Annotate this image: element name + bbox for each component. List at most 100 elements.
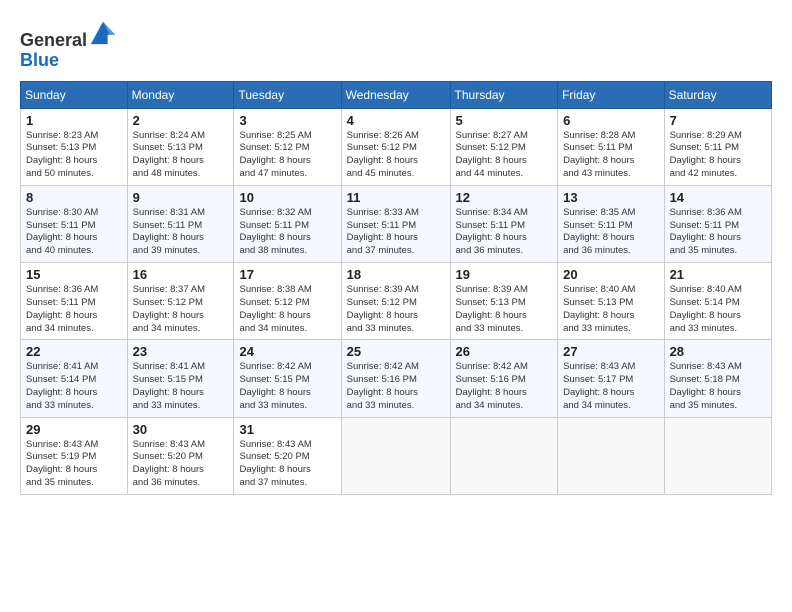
calendar-cell: 16 Sunrise: 8:37 AM Sunset: 5:12 PM Dayli…	[127, 263, 234, 340]
day-number: 29	[26, 422, 122, 437]
logo: General Blue	[20, 18, 117, 71]
day-number: 9	[133, 190, 229, 205]
day-number: 13	[563, 190, 658, 205]
day-number: 31	[239, 422, 335, 437]
day-number: 8	[26, 190, 122, 205]
day-number: 25	[347, 344, 445, 359]
day-info: Sunrise: 8:39 AM Sunset: 5:12 PM Dayligh…	[347, 284, 445, 335]
day-info: Sunrise: 8:42 AM Sunset: 5:16 PM Dayligh…	[456, 361, 553, 412]
day-info: Sunrise: 8:35 AM Sunset: 5:11 PM Dayligh…	[563, 207, 658, 258]
day-number: 26	[456, 344, 553, 359]
day-number: 20	[563, 267, 658, 282]
day-number: 2	[133, 113, 229, 128]
day-number: 16	[133, 267, 229, 282]
day-number: 11	[347, 190, 445, 205]
day-info: Sunrise: 8:31 AM Sunset: 5:11 PM Dayligh…	[133, 207, 229, 258]
calendar-header-row: SundayMondayTuesdayWednesdayThursdayFrid…	[21, 81, 772, 108]
calendar-cell: 14Sunrise: 8:36 AM Sunset: 5:11 PM Dayli…	[664, 185, 771, 262]
day-info: Sunrise: 8:43 AM Sunset: 5:17 PM Dayligh…	[563, 361, 658, 412]
day-number: 4	[347, 113, 445, 128]
day-info: Sunrise: 8:33 AM Sunset: 5:11 PM Dayligh…	[347, 207, 445, 258]
day-number: 28	[670, 344, 766, 359]
day-number: 21	[670, 267, 766, 282]
calendar-cell: 23 Sunrise: 8:41 AM Sunset: 5:15 PM Dayli…	[127, 340, 234, 417]
calendar-day-header: Monday	[127, 81, 234, 108]
day-number: 24	[239, 344, 335, 359]
day-number: 19	[456, 267, 553, 282]
day-info: Sunrise: 8:27 AM Sunset: 5:12 PM Dayligh…	[456, 130, 553, 181]
day-info: Sunrise: 8:43 AM Sunset: 5:19 PM Dayligh…	[26, 439, 122, 490]
logo-text: General Blue	[20, 18, 117, 71]
calendar-day-header: Friday	[558, 81, 664, 108]
day-number: 30	[133, 422, 229, 437]
calendar-day-header: Thursday	[450, 81, 558, 108]
day-number: 22	[26, 344, 122, 359]
logo-general: General	[20, 30, 87, 50]
calendar-cell: 27 Sunrise: 8:43 AM Sunset: 5:17 PM Dayli…	[558, 340, 664, 417]
logo-icon	[89, 18, 117, 46]
day-info: Sunrise: 8:41 AM Sunset: 5:15 PM Dayligh…	[133, 361, 229, 412]
calendar-cell: 10Sunrise: 8:32 AM Sunset: 5:11 PM Dayli…	[234, 185, 341, 262]
day-info: Sunrise: 8:43 AM Sunset: 5:20 PM Dayligh…	[133, 439, 229, 490]
logo-blue: Blue	[20, 50, 59, 70]
calendar-cell: 9 Sunrise: 8:31 AM Sunset: 5:11 PM Daylig…	[127, 185, 234, 262]
calendar-day-header: Tuesday	[234, 81, 341, 108]
day-info: Sunrise: 8:23 AM Sunset: 5:13 PM Dayligh…	[26, 130, 122, 181]
day-info: Sunrise: 8:28 AM Sunset: 5:11 PM Dayligh…	[563, 130, 658, 181]
calendar-cell: 4 Sunrise: 8:26 AM Sunset: 5:12 PM Daylig…	[341, 108, 450, 185]
calendar-cell: 20 Sunrise: 8:40 AM Sunset: 5:13 PM Dayli…	[558, 263, 664, 340]
calendar-cell: 26 Sunrise: 8:42 AM Sunset: 5:16 PM Dayli…	[450, 340, 558, 417]
day-info: Sunrise: 8:38 AM Sunset: 5:12 PM Dayligh…	[239, 284, 335, 335]
calendar-cell: 29 Sunrise: 8:43 AM Sunset: 5:19 PM Dayli…	[21, 417, 128, 494]
calendar-cell: 22 Sunrise: 8:41 AM Sunset: 5:14 PM Dayli…	[21, 340, 128, 417]
day-number: 17	[239, 267, 335, 282]
calendar-cell: 21 Sunrise: 8:40 AM Sunset: 5:14 PM Dayli…	[664, 263, 771, 340]
day-number: 1	[26, 113, 122, 128]
page: General Blue SundayMondayTuesdayWednesda…	[0, 0, 792, 505]
calendar-cell: 17 Sunrise: 8:38 AM Sunset: 5:12 PM Dayli…	[234, 263, 341, 340]
day-number: 12	[456, 190, 553, 205]
calendar-cell: 11 Sunrise: 8:33 AM Sunset: 5:11 PM Dayli…	[341, 185, 450, 262]
day-info: Sunrise: 8:41 AM Sunset: 5:14 PM Dayligh…	[26, 361, 122, 412]
calendar-cell: 8 Sunrise: 8:30 AM Sunset: 5:11 PM Daylig…	[21, 185, 128, 262]
calendar-cell	[558, 417, 664, 494]
calendar-cell: 15Sunrise: 8:36 AM Sunset: 5:11 PM Dayli…	[21, 263, 128, 340]
calendar-week-row: 22 Sunrise: 8:41 AM Sunset: 5:14 PM Dayli…	[21, 340, 772, 417]
calendar-table: SundayMondayTuesdayWednesdayThursdayFrid…	[20, 81, 772, 495]
day-info: Sunrise: 8:25 AM Sunset: 5:12 PM Dayligh…	[239, 130, 335, 181]
day-number: 6	[563, 113, 658, 128]
day-number: 5	[456, 113, 553, 128]
day-info: Sunrise: 8:32 AM Sunset: 5:11 PM Dayligh…	[239, 207, 335, 258]
day-info: Sunrise: 8:43 AM Sunset: 5:18 PM Dayligh…	[670, 361, 766, 412]
day-info: Sunrise: 8:37 AM Sunset: 5:12 PM Dayligh…	[133, 284, 229, 335]
day-info: Sunrise: 8:26 AM Sunset: 5:12 PM Dayligh…	[347, 130, 445, 181]
calendar-cell: 28 Sunrise: 8:43 AM Sunset: 5:18 PM Dayli…	[664, 340, 771, 417]
calendar-cell: 18Sunrise: 8:39 AM Sunset: 5:12 PM Dayli…	[341, 263, 450, 340]
calendar-cell: 3Sunrise: 8:25 AM Sunset: 5:12 PM Daylig…	[234, 108, 341, 185]
day-info: Sunrise: 8:40 AM Sunset: 5:13 PM Dayligh…	[563, 284, 658, 335]
calendar-cell: 1 Sunrise: 8:23 AM Sunset: 5:13 PM Daylig…	[21, 108, 128, 185]
calendar-week-row: 1 Sunrise: 8:23 AM Sunset: 5:13 PM Daylig…	[21, 108, 772, 185]
day-info: Sunrise: 8:24 AM Sunset: 5:13 PM Dayligh…	[133, 130, 229, 181]
day-info: Sunrise: 8:34 AM Sunset: 5:11 PM Dayligh…	[456, 207, 553, 258]
day-info: Sunrise: 8:42 AM Sunset: 5:16 PM Dayligh…	[347, 361, 445, 412]
day-info: Sunrise: 8:43 AM Sunset: 5:20 PM Dayligh…	[239, 439, 335, 490]
day-number: 7	[670, 113, 766, 128]
calendar-cell	[341, 417, 450, 494]
calendar-cell: 24Sunrise: 8:42 AM Sunset: 5:15 PM Dayli…	[234, 340, 341, 417]
calendar-day-header: Sunday	[21, 81, 128, 108]
day-number: 23	[133, 344, 229, 359]
calendar-cell: 2 Sunrise: 8:24 AM Sunset: 5:13 PM Daylig…	[127, 108, 234, 185]
calendar-week-row: 29 Sunrise: 8:43 AM Sunset: 5:19 PM Dayli…	[21, 417, 772, 494]
header: General Blue	[20, 18, 772, 71]
calendar-cell: 25 Sunrise: 8:42 AM Sunset: 5:16 PM Dayli…	[341, 340, 450, 417]
calendar-cell	[664, 417, 771, 494]
calendar-cell: 13 Sunrise: 8:35 AM Sunset: 5:11 PM Dayli…	[558, 185, 664, 262]
day-info: Sunrise: 8:30 AM Sunset: 5:11 PM Dayligh…	[26, 207, 122, 258]
calendar-week-row: 8 Sunrise: 8:30 AM Sunset: 5:11 PM Daylig…	[21, 185, 772, 262]
day-info: Sunrise: 8:40 AM Sunset: 5:14 PM Dayligh…	[670, 284, 766, 335]
calendar-cell: 19Sunrise: 8:39 AM Sunset: 5:13 PM Dayli…	[450, 263, 558, 340]
calendar-cell: 7Sunrise: 8:29 AM Sunset: 5:11 PM Daylig…	[664, 108, 771, 185]
day-number: 27	[563, 344, 658, 359]
day-number: 14	[670, 190, 766, 205]
